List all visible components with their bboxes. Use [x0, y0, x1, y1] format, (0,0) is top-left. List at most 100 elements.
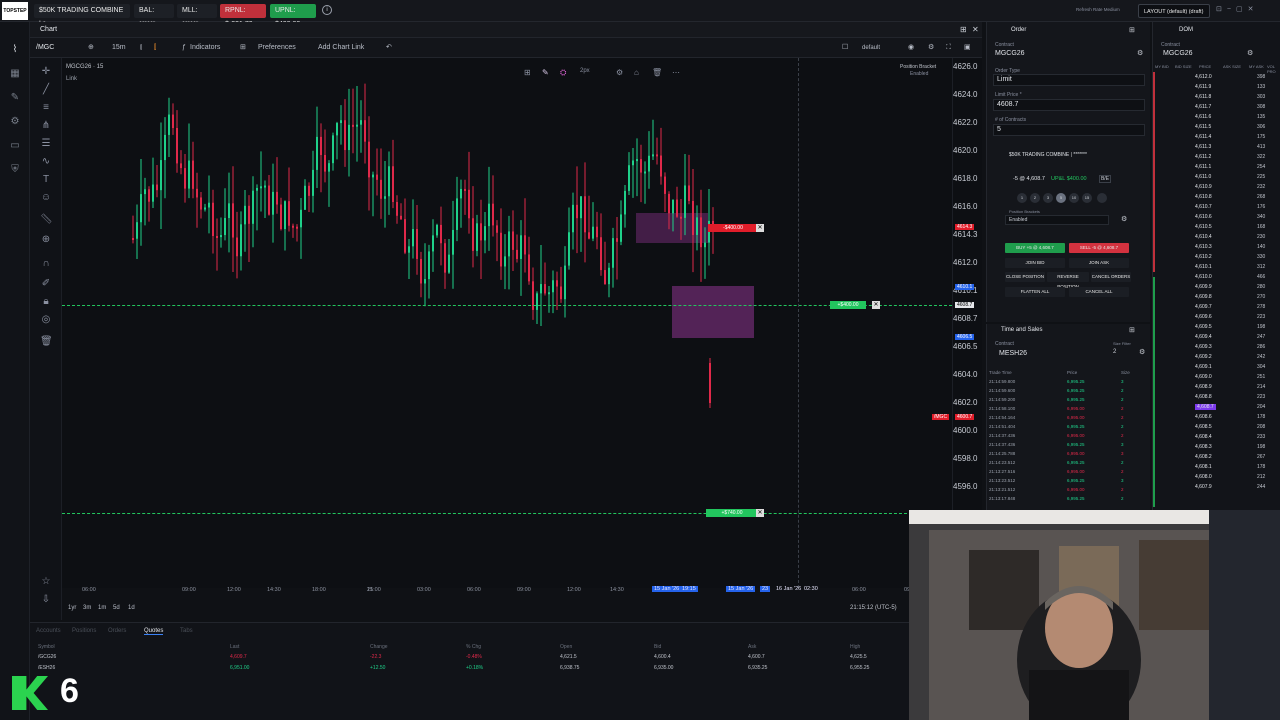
quotes-tab-orders[interactable]: Orders	[108, 628, 126, 634]
dom-ask-size-cell[interactable]: 268	[1257, 194, 1265, 200]
dom-price-cell[interactable]: 4,609.8	[1195, 294, 1212, 300]
period-button-1yr[interactable]: 1yr	[68, 605, 76, 611]
target-order-cancel-icon[interactable]: ✕	[756, 509, 764, 517]
more-icon[interactable]: ⋯	[672, 68, 680, 77]
chart-plot-area[interactable]: MGCG26 · 15 Link Position Bracket Enable…	[62, 58, 952, 588]
dom-ask-size-cell[interactable]: 466	[1257, 274, 1265, 280]
quotes-tab-quotes[interactable]: Quotes	[144, 628, 164, 635]
dom-ask-size-cell[interactable]: 212	[1257, 474, 1265, 480]
crosshair-icon[interactable]: ✛	[40, 66, 52, 78]
tas-contract-select[interactable]: MESH26	[999, 350, 1095, 357]
order-contract-select[interactable]: MGCG26	[995, 50, 1135, 57]
hline-icon[interactable]: ≡	[40, 102, 52, 114]
period-button-1m[interactable]: 1m	[98, 605, 106, 611]
dom-ask-size-cell[interactable]: 214	[1257, 384, 1265, 390]
preferences-button[interactable]: Preferences	[258, 42, 296, 54]
dom-ask-size-cell[interactable]: 398	[1257, 74, 1265, 80]
pencil-lock-icon[interactable]: ✐	[40, 278, 52, 290]
bracket-gear-icon[interactable]: ⚙	[1121, 215, 1127, 223]
drawing-lock-icon[interactable]: ⌂	[634, 68, 639, 77]
settings-gear-icon[interactable]: ⚙	[928, 42, 934, 54]
order-type-select[interactable]: Limit	[993, 74, 1145, 86]
dom-ask-size-cell[interactable]: 230	[1257, 234, 1265, 240]
target-order-tag[interactable]: +$740.00	[706, 509, 758, 517]
dom-price-cell[interactable]: 4,611.2	[1195, 154, 1211, 160]
join-ask-button[interactable]: JOIN ASK	[1069, 258, 1129, 268]
tas-expand-icon[interactable]: ⊞	[1129, 326, 1135, 334]
dom-price-cell[interactable]: 4,608.5	[1195, 424, 1212, 430]
stop-order-tag[interactable]: -$400.00	[708, 224, 758, 232]
price-axis[interactable]: 4626.0 4624.0 4622.0 4620.0 4618.0 4616.0 4614…	[952, 58, 982, 588]
dom-ask-size-cell[interactable]: 223	[1257, 314, 1265, 320]
qty-preset-button[interactable]: 5	[1056, 193, 1066, 203]
period-button-3m[interactable]: 3m	[83, 605, 91, 611]
dom-price-cell[interactable]: 4,609.6	[1195, 314, 1212, 320]
indicators-icon[interactable]: ƒ	[182, 42, 186, 54]
order-gear-icon[interactable]: ⚙	[1137, 49, 1143, 57]
line-width-selector[interactable]: 2px	[580, 68, 590, 74]
contracts-input[interactable]: 5	[993, 124, 1145, 136]
dom-price-cell[interactable]: 4,611.7	[1195, 104, 1211, 110]
add-chart-link-button[interactable]: Add Chart Link	[318, 42, 364, 54]
magnet-icon[interactable]: ∩	[40, 258, 52, 270]
collapse-icon[interactable]: ⇩	[40, 594, 52, 606]
dom-ask-size-cell[interactable]: 270	[1257, 294, 1265, 300]
dom-price-cell[interactable]: 4,607.9	[1195, 484, 1212, 490]
time-axis[interactable]: 06:00 09:00 12:00 14:30 18:00 21:00 15 03:00 06:…	[62, 585, 952, 599]
trash-icon[interactable]: 🗑︎	[40, 336, 53, 348]
dom-price-cell[interactable]: 4,611.5	[1195, 124, 1211, 130]
snapshot-icon[interactable]: ▣	[964, 42, 971, 54]
cancel-orders-button[interactable]: CANCEL ORDERS	[1091, 272, 1131, 282]
drawing-settings-icon[interactable]: ⚙	[616, 68, 623, 77]
dom-ask-size-cell[interactable]: 330	[1257, 254, 1265, 260]
dom-price-cell[interactable]: 4,609.3	[1195, 344, 1212, 350]
dom-price-cell[interactable]: 4,609.4	[1195, 334, 1212, 340]
dom-ask-size-cell[interactable]: 198	[1257, 444, 1265, 450]
dom-price-cell[interactable]: 4,608.6	[1195, 414, 1212, 420]
drawing-delete-icon[interactable]: 🗑︎	[652, 68, 662, 77]
window-controls[interactable]: ⊡−▢✕	[1216, 5, 1258, 13]
fib-icon[interactable]: ☰	[40, 138, 52, 150]
dom-price-cell[interactable]: 4,611.6	[1195, 114, 1211, 120]
position-tag[interactable]: +$400.00	[830, 301, 866, 309]
tas-size-filter[interactable]: 2	[1113, 349, 1125, 355]
dom-price-cell[interactable]: 4,610.8	[1195, 194, 1212, 200]
dom-ask-size-cell[interactable]: 280	[1257, 284, 1265, 290]
dom-contract-select[interactable]: MGCG26	[1163, 50, 1243, 57]
dom-price-cell[interactable]: 4,611.9	[1195, 84, 1211, 90]
dom-price-cell[interactable]: 4,608.3	[1195, 444, 1212, 450]
order-account-select[interactable]: $50K TRADING COMBINE | *******	[1009, 152, 1129, 158]
position-close-icon[interactable]: ✕	[872, 301, 880, 309]
period-button-5d[interactable]: 5d	[113, 605, 120, 611]
buy-button[interactable]: BUY +5 @ 4,608.7	[1005, 243, 1065, 253]
dom-price-cell[interactable]: 4,608.7	[1195, 404, 1216, 410]
dom-ask-size-cell[interactable]: 254	[1257, 164, 1265, 170]
layout-grid-icon[interactable]: ⊞	[240, 42, 246, 54]
dom-price-cell[interactable]: 4,610.4	[1195, 234, 1212, 240]
dom-ask-size-cell[interactable]: 175	[1257, 134, 1265, 140]
pen-icon[interactable]: ✎	[8, 92, 22, 104]
limit-price-input[interactable]: 4608.7	[993, 99, 1145, 111]
shield-icon[interactable]: ⛨	[8, 164, 22, 176]
grid-icon[interactable]: ▦	[8, 68, 22, 80]
dom-price-cell[interactable]: 4,611.3	[1195, 144, 1211, 150]
emoji-icon[interactable]: ☺	[40, 192, 52, 204]
sell-button[interactable]: SELL -5 @ 4,608.7	[1069, 243, 1129, 253]
stop-order-cancel-icon[interactable]: ✕	[756, 224, 764, 232]
qty-preset-button[interactable]: 1	[1017, 193, 1027, 203]
close-icon[interactable]: ✕	[972, 25, 979, 34]
dom-ask-size-cell[interactable]: 168	[1257, 224, 1265, 230]
close-position-button[interactable]: CLOSE POSITION	[1005, 272, 1045, 282]
dom-price-cell[interactable]: 4,609.0	[1195, 374, 1212, 380]
bar-type-icon[interactable]: ⫿	[154, 42, 156, 54]
dom-ask-size-cell[interactable]: 232	[1257, 184, 1265, 190]
flatten-all-button[interactable]: FLATTEN ALL	[1005, 287, 1065, 297]
bracket-select[interactable]: Enabled	[1005, 215, 1109, 225]
qty-preset-button[interactable]: 2	[1030, 193, 1040, 203]
quotes-tab-accounts[interactable]: Accounts	[36, 628, 61, 634]
info-icon[interactable]: i	[322, 5, 332, 15]
indicators-button[interactable]: Indicators	[190, 42, 220, 54]
star-icon[interactable]: ☆	[40, 576, 52, 588]
dom-ask-size-cell[interactable]: 340	[1257, 214, 1265, 220]
dom-price-cell[interactable]: 4,611.0	[1195, 174, 1211, 180]
